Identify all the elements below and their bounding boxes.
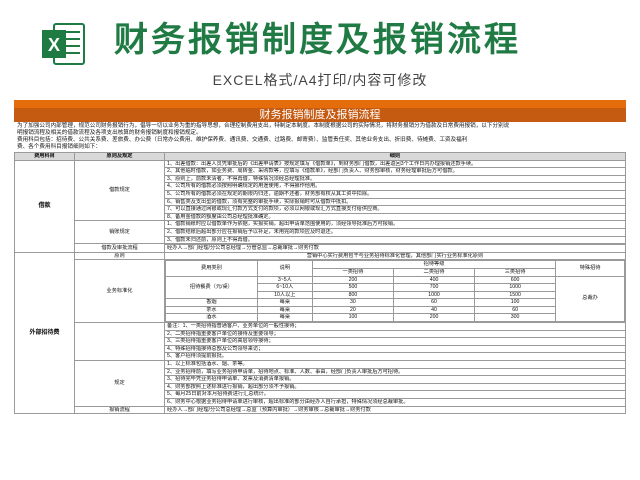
header-category: 费用科目 bbox=[14, 152, 75, 161]
rule-cell: 2、业务招待前，填写业务招待申请单，招待地点、标准、人数、事由，经部门负责人审批… bbox=[164, 367, 626, 377]
rule-cell: 4、财务部按照上述标准进行报销，超出部分须不予报销。 bbox=[164, 382, 626, 392]
table-header: 费用科目 原则及规定 细则 bbox=[14, 152, 626, 161]
principle-text: 营销中心实行费用包干与业务招待标准化管理，其他部门实行业务标准化原则 bbox=[164, 251, 626, 261]
th-grade-1: 一类招待 bbox=[311, 267, 394, 277]
value-cell: 60 bbox=[474, 305, 557, 315]
intro-line: 为了加强公司内部管理，规范公司财务报销行为，倡导一切以业务为重的指导思想，合理控… bbox=[17, 123, 510, 129]
value-cell: 30 bbox=[311, 298, 394, 307]
excel-icon: X bbox=[42, 23, 85, 65]
standard-table-cell: 费用类别 说明 招待等级 特殊招待 一类招待 二类招待 三类招待 招待餐费（元/… bbox=[164, 259, 626, 324]
value-cell: 100 bbox=[474, 298, 557, 307]
item-name: 茶水 bbox=[165, 305, 258, 315]
value-cell: 20 bbox=[311, 305, 394, 315]
rule-cell: 6、财务中心根据业务招待申请单进行审核，超出标准的部分由经办人自行承担，特殊情况… bbox=[164, 398, 626, 407]
principle-label: 原则 bbox=[74, 251, 165, 261]
hero-banner: X 财务报销制度及报销流程 EXCEL格式/A4打印/内容可修改 bbox=[0, 0, 640, 100]
rule-cell: 5、公司所有的借款必须在规定的期限内归还，逾期不还者，财务部有权从其工资中扣除。 bbox=[164, 189, 626, 199]
document-title: 财务报销制度及报销流程 bbox=[14, 108, 626, 122]
rule-cell: 2、借款结账后超出部分应在报销后予以补足，未用完的款项应及时退还。 bbox=[164, 227, 626, 237]
rule-cell: 1、以上标准包括酒水、烟、茶等。 bbox=[164, 360, 626, 369]
header-principle: 原则及规定 bbox=[74, 152, 165, 161]
value-cell: 1000 bbox=[474, 283, 557, 292]
rule-cell: 8、备用金借款的额度由公司总经理批准确定。 bbox=[164, 212, 626, 222]
rule-cell: 7、可以直接通过网银或现汇付款方式支付的款项，必须以网银或现汇方式直接支付给供应… bbox=[164, 205, 626, 214]
table-row: 借款 借款规定 1、出差借款：出差人员凭审批后的《出差申请表》按规定填写《借款单… bbox=[14, 159, 626, 253]
svg-text:X: X bbox=[48, 35, 60, 55]
rule-cell: 6、销售类及支出型的借款，须有完整的审批手续，实际报销时可从借款中抵扣。 bbox=[164, 197, 626, 207]
item-name: 香烟 bbox=[165, 298, 258, 307]
hero-subtitle: EXCEL格式/A4打印/内容可修改 bbox=[212, 72, 428, 88]
rule-cell: 5、每月25日前对本月招待费进行汇总统计。 bbox=[164, 390, 626, 399]
spreadsheet-preview: 财务报销制度及报销流程 为了加强公司内部管理，规范公司财务报销行为，倡导一切以业… bbox=[14, 100, 626, 480]
rule-cell: 1、借款销账时应以借款单作为依据，实报实销，超出申请单范围使用的，须经领导批准后… bbox=[164, 220, 626, 229]
range-cell: 6~10人 bbox=[256, 283, 313, 292]
sub-loan-approval: 借款及审批流程 bbox=[74, 243, 165, 253]
note-cell: 备注：1、一类招待指普通客户、业务单位的一般性接待； bbox=[164, 322, 626, 331]
value-cell: 200 bbox=[392, 313, 476, 322]
sub-ent-process: 报销流程 bbox=[74, 405, 165, 415]
value-cell: 700 bbox=[392, 283, 476, 292]
approval-flow: 经办人→部门经理/分公司总经理→分管总监→总裁审批→财务付款 bbox=[164, 244, 626, 253]
value-cell: 200 bbox=[311, 275, 394, 285]
range-cell: 10人以上 bbox=[256, 290, 313, 300]
intro-text: 为了加强公司内部管理，规范公司财务报销行为，倡导一切以业务为重的指导思想，合理控… bbox=[14, 122, 626, 152]
header-detail: 细则 bbox=[164, 152, 626, 161]
intro-line: 明报销流程及相关的借款流程及各项支出核算的财务报销制度和报销规定。 bbox=[17, 130, 202, 136]
item-unit: 每桌 bbox=[256, 305, 313, 315]
policy-table: 费用科目 原则及规定 细则 借款 借款规定 1、出差借款：出差人员凭审批后的《出… bbox=[14, 152, 626, 415]
process-flow: 经办人→部门经理/分公司总经理→总监（预算内审批）→财务审核→总裁审批→财务付款 bbox=[164, 405, 626, 415]
hero-title: 财务报销制度及报销流程 bbox=[114, 21, 521, 59]
item-unit: 每桌 bbox=[256, 313, 313, 322]
note-cell: 5、客户招待须提前报批。 bbox=[164, 352, 626, 362]
value-cell: 400 bbox=[392, 275, 476, 285]
value-cell: 600 bbox=[474, 275, 557, 285]
th-grade-3: 三类招待 bbox=[474, 267, 557, 277]
value-cell: 100 bbox=[311, 313, 394, 322]
value-cell: 1500 bbox=[474, 290, 557, 300]
rule-cell: 2、其他临时借款，如业务费、周转金、采购款等，应填写《借款单》，经部门负责人、财… bbox=[164, 167, 626, 176]
intro-line: 费、各个费用科目报销细则如下： bbox=[17, 144, 101, 150]
rule-cell: 3、原则上，前款未清者，不得再借，特殊情况须经总经理批准。 bbox=[164, 174, 626, 184]
rule-cell: 4、公司所有的借款必须按照明确规定的用途使用，不得挪作他用。 bbox=[164, 182, 626, 191]
value-cell: 40 bbox=[392, 305, 476, 315]
th-grade-2: 二类招待 bbox=[392, 267, 476, 277]
category-loan: 借款 bbox=[14, 159, 75, 253]
accent-bar bbox=[14, 100, 626, 108]
rule-cell: 1、出差借款：出差人员凭审批后的《出差申请表》按规定填写《借款单》，到财务部门借… bbox=[164, 159, 626, 169]
rule-cell: 3、借款未归还前，原则上不得再借。 bbox=[164, 235, 626, 245]
sub-standard: 业务标准化 bbox=[74, 259, 165, 324]
range-cell: 3~5人 bbox=[256, 275, 313, 285]
value-cell: 300 bbox=[474, 313, 557, 322]
th-type: 费用类别 bbox=[165, 260, 258, 277]
value-cell: 60 bbox=[392, 298, 476, 307]
value-cell: 800 bbox=[311, 290, 394, 300]
item-name: 酒水 bbox=[165, 313, 258, 322]
th-grade: 招待等级 bbox=[311, 260, 557, 269]
sub-ent-rules: 规定 bbox=[74, 360, 165, 407]
sub-loan-repay: 销账规定 bbox=[74, 220, 165, 245]
category-entertainment: 外部招待费 bbox=[14, 251, 75, 415]
note-cell: 3、三类招待指重要客户单位的高层领导接待； bbox=[164, 337, 626, 346]
row-meal-label: 招待餐费（元/桌） bbox=[165, 275, 258, 300]
special-cell: 总裁办 bbox=[555, 275, 625, 322]
value-cell: 500 bbox=[311, 283, 394, 292]
note-cell: 4、特殊招待指接待总部及公司领导来访； bbox=[164, 344, 626, 354]
rule-cell: 3、招待完毕凭业务招待申请单、发票及消费清单报销。 bbox=[164, 375, 626, 384]
sub-loan-regulation: 借款规定 bbox=[74, 159, 165, 222]
th-desc: 说明 bbox=[256, 260, 313, 277]
standard-table: 费用类别 说明 招待等级 特殊招待 一类招待 二类招待 三类招待 招待餐费（元/… bbox=[165, 260, 625, 322]
item-unit: 每桌 bbox=[256, 298, 313, 307]
bottom-fade bbox=[14, 470, 626, 480]
note-cell: 2、二类招待指重要客户单位的接待及重要领导； bbox=[164, 329, 626, 339]
th-special: 特殊招待 bbox=[555, 260, 625, 277]
value-cell: 1000 bbox=[392, 290, 476, 300]
intro-line: 费用科目包括：招待费、公共关系费、差旅费、办公费（日常办公费用、维护保养费、通讯… bbox=[17, 137, 468, 143]
